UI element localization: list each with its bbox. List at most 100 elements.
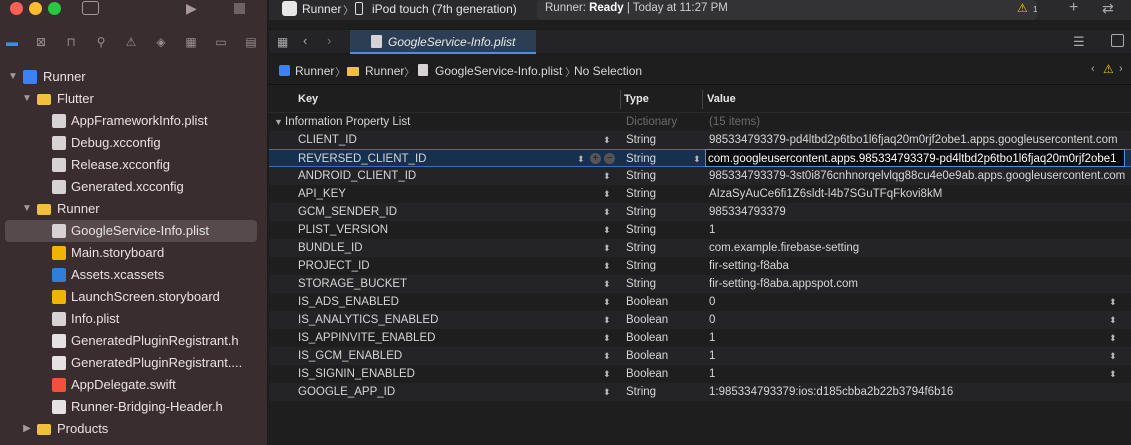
- row-type[interactable]: Boolean: [626, 365, 668, 383]
- tree-item-runner-project[interactable]: ▼ Runner: [0, 66, 268, 88]
- column-header-value[interactable]: Value: [707, 86, 736, 113]
- row-type[interactable]: Boolean: [626, 329, 668, 347]
- symbol-navigator-icon[interactable]: ⊓: [63, 34, 79, 50]
- chevron-down-icon[interactable]: ▼: [21, 198, 33, 220]
- issue-navigator-icon[interactable]: ⚠: [123, 34, 139, 50]
- warning-icon[interactable]: ⚠: [1103, 62, 1114, 76]
- table-row[interactable]: PROJECT_ID ⬍ String fir-setting-f8aba: [269, 257, 1131, 275]
- value-stepper-icon[interactable]: ⬍: [1109, 365, 1117, 383]
- test-navigator-icon[interactable]: ◈: [153, 34, 169, 50]
- project-navigator-icon[interactable]: ▬: [4, 34, 20, 50]
- tree-item-file[interactable]: GeneratedPluginRegistrant.h: [0, 330, 268, 352]
- row-type[interactable]: String: [626, 383, 656, 401]
- scheme-selector[interactable]: Runner: [302, 2, 341, 16]
- table-row[interactable]: API_KEY ⬍ String AIzaSyAuCe6fi1Z6sldt-l4…: [269, 185, 1131, 203]
- chevron-left-icon[interactable]: ‹: [1091, 63, 1095, 75]
- report-navigator-icon[interactable]: ▤: [243, 34, 259, 50]
- warning-icon[interactable]: ⚠: [1017, 1, 1028, 15]
- table-row[interactable]: IS_ADS_ENABLED ⬍ Boolean 0 ⬍: [269, 293, 1131, 311]
- row-value[interactable]: 985334793379-pd4ltbd2p6tbo1l6fjaq20m0rjf…: [709, 131, 1129, 149]
- add-row-icon[interactable]: +: [590, 153, 601, 164]
- table-row[interactable]: BUNDLE_ID ⬍ String com.example.firebase-…: [269, 239, 1131, 257]
- stepper-icon[interactable]: ⬍: [603, 365, 611, 383]
- row-type[interactable]: Boolean: [626, 293, 668, 311]
- row-type[interactable]: Boolean: [626, 311, 668, 329]
- stepper-icon[interactable]: ⬍: [603, 185, 611, 203]
- tree-item-file[interactable]: GeneratedPluginRegistrant....: [0, 352, 268, 374]
- stepper-icon[interactable]: ⬍: [603, 239, 611, 257]
- stepper-icon[interactable]: ⬍: [603, 167, 611, 185]
- swap-icon[interactable]: ⇄: [1102, 0, 1114, 17]
- row-type[interactable]: String: [626, 203, 656, 221]
- stepper-icon[interactable]: ⬍: [603, 329, 611, 347]
- stepper-icon[interactable]: ⬍: [603, 293, 611, 311]
- breakpoint-navigator-icon[interactable]: ▭: [213, 34, 229, 50]
- row-type[interactable]: String: [626, 257, 656, 275]
- row-value[interactable]: 985334793379: [709, 203, 1129, 221]
- run-button[interactable]: ▶: [186, 0, 197, 17]
- find-navigator-icon[interactable]: ⚲: [93, 34, 109, 50]
- debug-navigator-icon[interactable]: ▦: [183, 34, 199, 50]
- stepper-icon[interactable]: ⬍: [603, 221, 611, 239]
- table-row[interactable]: PLIST_VERSION ⬍ String 1: [269, 221, 1131, 239]
- source-control-icon[interactable]: ⊠: [33, 34, 49, 50]
- row-type[interactable]: String: [626, 239, 656, 257]
- breadcrumb-folder[interactable]: Runner: [365, 64, 404, 78]
- forward-button[interactable]: ›: [327, 33, 331, 48]
- stepper-icon[interactable]: ⬍: [693, 150, 701, 168]
- row-value[interactable]: fir-setting-f8aba.appspot.com: [709, 275, 1129, 293]
- table-row[interactable]: IS_GCM_ENABLED ⬍ Boolean 1 ⬍: [269, 347, 1131, 365]
- row-value[interactable]: 0: [709, 293, 1129, 311]
- row-type[interactable]: String: [626, 221, 656, 239]
- stepper-icon[interactable]: ⬍: [603, 275, 611, 293]
- table-row-selected[interactable]: REVERSED_CLIENT_ID ⬍ + − String ⬍ com.go…: [269, 149, 1131, 167]
- tree-item-file[interactable]: Assets.xcassets: [0, 264, 268, 286]
- editor-options-icon[interactable]: ☰: [1073, 34, 1085, 50]
- stepper-icon[interactable]: ⬍: [603, 131, 611, 149]
- row-value[interactable]: 1: [709, 365, 1129, 383]
- chevron-down-icon[interactable]: ▼: [274, 113, 283, 131]
- stepper-icon[interactable]: ⬍: [603, 257, 611, 275]
- row-type[interactable]: Boolean: [626, 347, 668, 365]
- row-value[interactable]: fir-setting-f8aba: [709, 257, 1129, 275]
- split-editor-icon[interactable]: [1111, 34, 1124, 47]
- tree-item-file[interactable]: AppFrameworkInfo.plist: [0, 110, 268, 132]
- device-selector[interactable]: iPod touch (7th generation): [372, 2, 517, 16]
- row-type[interactable]: String: [626, 167, 656, 185]
- tab-googleservice-info[interactable]: GoogleService-Info.plist: [350, 30, 536, 54]
- stepper-icon[interactable]: ⬍: [603, 203, 611, 221]
- grid-icon[interactable]: ▦: [277, 35, 288, 49]
- column-header-type[interactable]: Type: [624, 86, 649, 113]
- close-window-button[interactable]: [10, 2, 23, 15]
- zoom-window-button[interactable]: [48, 2, 61, 15]
- tree-item-file[interactable]: LaunchScreen.storyboard: [0, 286, 268, 308]
- stepper-icon[interactable]: ⬍: [603, 347, 611, 365]
- tree-item-file[interactable]: Runner-Bridging-Header.h: [0, 396, 268, 418]
- chevron-right-icon[interactable]: ▶: [21, 418, 33, 440]
- row-value[interactable]: 1: [709, 329, 1129, 347]
- row-value[interactable]: 0: [709, 311, 1129, 329]
- table-row[interactable]: IS_ANALYTICS_ENABLED ⬍ Boolean 0 ⬍: [269, 311, 1131, 329]
- stepper-icon[interactable]: ⬍: [577, 150, 585, 168]
- row-type[interactable]: String: [626, 131, 656, 149]
- column-header-key[interactable]: Key: [298, 86, 318, 113]
- tree-item-selected-file[interactable]: GoogleService-Info.plist: [5, 220, 257, 242]
- row-value[interactable]: com.example.firebase-setting: [709, 239, 1129, 257]
- table-row[interactable]: IS_APPINVITE_ENABLED ⬍ Boolean 1 ⬍: [269, 329, 1131, 347]
- tree-item-file[interactable]: AppDelegate.swift: [0, 374, 268, 396]
- stepper-icon[interactable]: ⬍: [603, 383, 611, 401]
- stop-button[interactable]: [234, 3, 245, 14]
- value-stepper-icon[interactable]: ⬍: [1109, 311, 1117, 329]
- row-value[interactable]: 1: [709, 347, 1129, 365]
- breadcrumb-file[interactable]: GoogleService-Info.plist: [435, 64, 562, 78]
- row-type[interactable]: String: [626, 150, 656, 168]
- remove-row-icon[interactable]: −: [604, 153, 615, 164]
- tree-item-file[interactable]: Debug.xcconfig: [0, 132, 268, 154]
- value-stepper-icon[interactable]: ⬍: [1109, 329, 1117, 347]
- tree-item-file[interactable]: Info.plist: [0, 308, 268, 330]
- table-row[interactable]: CLIENT_ID ⬍ String 985334793379-pd4ltbd2…: [269, 131, 1131, 149]
- chevron-down-icon[interactable]: ▼: [7, 66, 19, 88]
- value-edit-field[interactable]: com.googleusercontent.apps.985334793379-…: [705, 149, 1125, 167]
- row-value[interactable]: 985334793379-3st0i876cnhnorqelvlqg88cu4e…: [709, 167, 1129, 185]
- row-type[interactable]: String: [626, 275, 656, 293]
